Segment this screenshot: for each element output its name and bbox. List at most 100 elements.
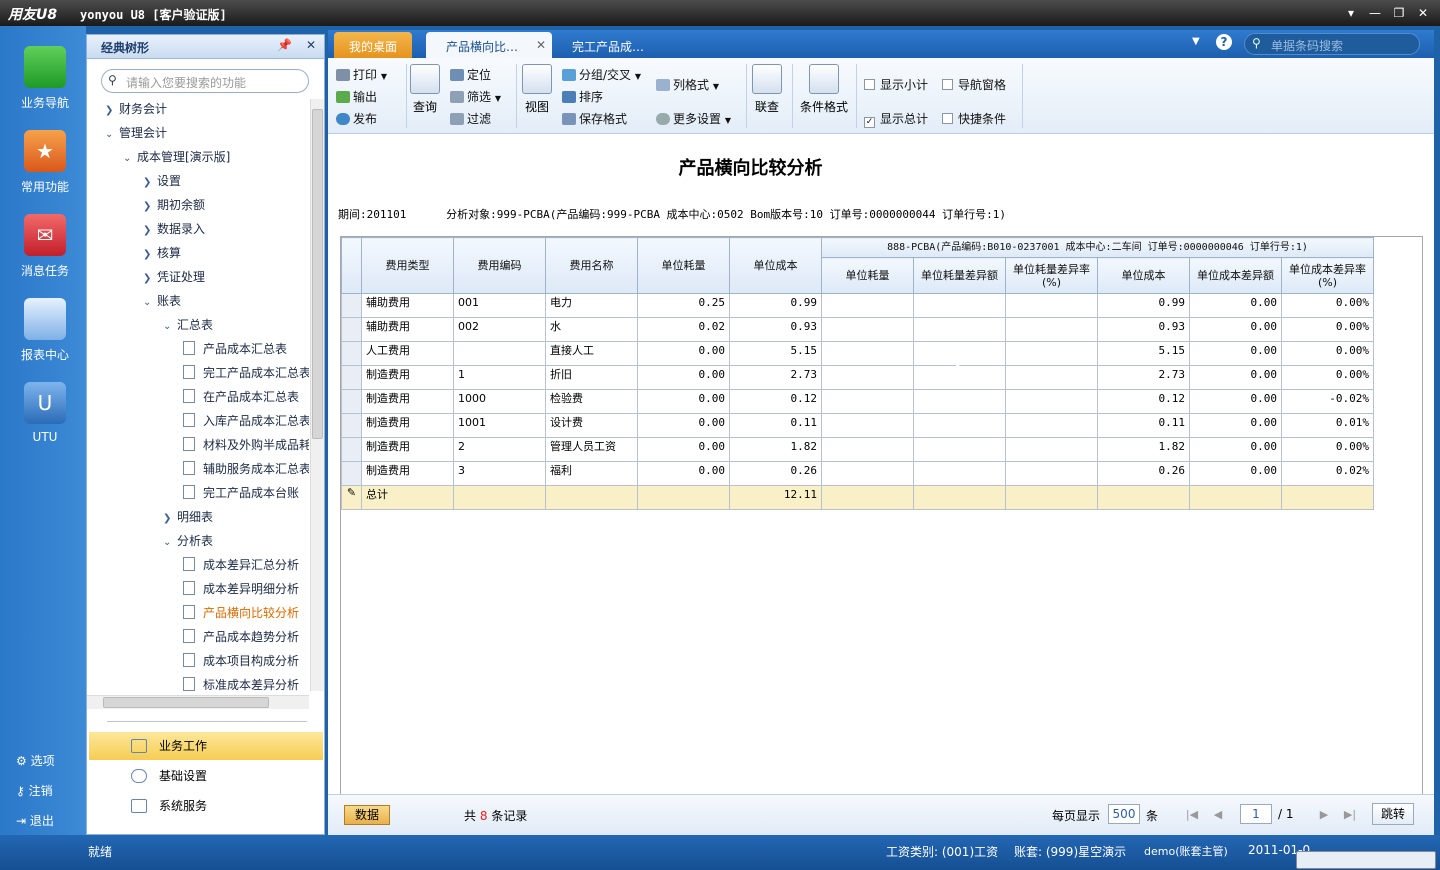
table-cell[interactable]: 设计费 bbox=[545, 413, 638, 438]
show-total-checkbox[interactable]: ✓ 显示总计 bbox=[864, 110, 928, 128]
export-button[interactable]: 输出 bbox=[336, 88, 377, 105]
table-cell[interactable]: 0.00% bbox=[1281, 293, 1374, 318]
print-button[interactable]: 打印 ▼ bbox=[336, 66, 387, 83]
row-header[interactable] bbox=[341, 437, 362, 462]
table-cell[interactable]: 002 bbox=[453, 317, 546, 342]
table-cell[interactable]: 5.15 bbox=[1097, 341, 1190, 366]
tree-node[interactable]: ⌄ 汇总表 bbox=[163, 315, 213, 337]
table-cell[interactable]: 0.00% bbox=[1281, 317, 1374, 342]
table-cell[interactable]: 0.00 bbox=[1189, 413, 1282, 438]
table-cell[interactable]: 折旧 bbox=[545, 365, 638, 390]
scroll-thumb[interactable] bbox=[103, 697, 269, 708]
table-cell[interactable]: 1 bbox=[453, 365, 546, 390]
tree-node[interactable]: ⌄ 分析表 bbox=[163, 531, 213, 553]
table-cell[interactable]: 2 bbox=[453, 437, 546, 462]
table-cell[interactable]: 0.26 bbox=[729, 461, 822, 486]
sub-col-header[interactable]: 单位耗量 bbox=[821, 257, 914, 294]
tree-leaf[interactable]: 产品成本趋势分析 bbox=[183, 627, 299, 649]
sub-col-header[interactable]: 单位成本差异率(%) bbox=[1281, 257, 1374, 294]
table-cell[interactable] bbox=[821, 461, 914, 486]
total-row[interactable]: ✎ 总计 12.11 bbox=[341, 485, 1374, 510]
table-cell[interactable]: 0.11 bbox=[1097, 413, 1190, 438]
total-cell[interactable] bbox=[1189, 485, 1282, 510]
jump-button[interactable]: 跳转 bbox=[1372, 803, 1414, 825]
total-cell[interactable] bbox=[637, 485, 730, 510]
locate-button[interactable]: 定位 bbox=[450, 66, 491, 83]
total-cell[interactable] bbox=[545, 485, 638, 510]
sub-col-header[interactable]: 单位耗量差异额 bbox=[913, 257, 1006, 294]
total-cell[interactable] bbox=[1005, 485, 1098, 510]
total-cell[interactable]: 12.11 bbox=[729, 485, 822, 510]
table-cell[interactable] bbox=[821, 293, 914, 318]
query-button[interactable]: 查询 bbox=[408, 64, 442, 115]
logout-link[interactable]: ⚷ 注销 bbox=[16, 782, 53, 799]
restore-icon[interactable]: ❐ bbox=[1390, 4, 1408, 22]
tree-leaf[interactable]: 成本差异汇总分析 bbox=[183, 555, 299, 577]
publish-button[interactable]: 发布 bbox=[336, 110, 377, 127]
table-cell[interactable]: 管理人员工资 bbox=[545, 437, 638, 462]
close-window-icon[interactable]: ✕ bbox=[1414, 4, 1432, 22]
table-cell[interactable]: 0.00 bbox=[1189, 389, 1282, 414]
table-cell[interactable]: 0.00 bbox=[637, 341, 730, 366]
table-cell[interactable] bbox=[913, 389, 1006, 414]
table-cell[interactable]: 0.02 bbox=[637, 317, 730, 342]
tree-node[interactable]: ⌄ 账表 bbox=[143, 291, 181, 313]
table-cell[interactable]: 0.00% bbox=[1281, 437, 1374, 462]
launcher-report-center[interactable]: 报表中心 bbox=[14, 298, 76, 363]
tab-my-desktop[interactable]: 我的桌面 bbox=[334, 32, 412, 58]
sort-button[interactable]: 排序 bbox=[562, 88, 603, 105]
total-cell[interactable] bbox=[453, 485, 546, 510]
view-button[interactable]: 视图 bbox=[520, 64, 554, 115]
tree-node[interactable]: ⌄ 成本管理[演示版] bbox=[123, 147, 230, 169]
prev-page-icon[interactable]: ◀ bbox=[1208, 804, 1228, 826]
menu-dropdown-icon[interactable]: ▾ bbox=[1342, 4, 1360, 22]
table-row[interactable]: 辅助费用 001 电力 0.25 0.99 0.99 0.00 0.00% bbox=[341, 293, 1374, 318]
table-row[interactable]: 制造费用 2 管理人员工资 0.00 1.82 1.82 0.00 0.00% bbox=[341, 437, 1374, 462]
table-cell[interactable]: 0.00 bbox=[637, 461, 730, 486]
tree-node[interactable]: ⌄ 管理会计 bbox=[105, 123, 167, 145]
nav-group-basic-settings[interactable]: 基础设置 bbox=[89, 762, 323, 790]
exit-link[interactable]: ⇥ 退出 bbox=[16, 812, 54, 829]
sub-col-header[interactable]: 单位成本差异额 bbox=[1189, 257, 1282, 294]
table-cell[interactable]: 0.12 bbox=[1097, 389, 1190, 414]
table-cell[interactable]: 0.11 bbox=[729, 413, 822, 438]
table-row[interactable]: 人工费用 直接人工 0.00 5.15 5.15 0.00 0.00% bbox=[341, 341, 1374, 366]
ime-toolbar[interactable] bbox=[1296, 851, 1436, 869]
table-cell[interactable]: 制造费用 bbox=[361, 413, 454, 438]
row-header[interactable] bbox=[341, 461, 362, 486]
table-cell[interactable]: 0.00 bbox=[1189, 317, 1282, 342]
table-cell[interactable]: 0.12 bbox=[729, 389, 822, 414]
nav-search-input[interactable]: ⚲ 请输入您要搜索的功能 bbox=[101, 69, 309, 93]
col-header[interactable]: 单位成本 bbox=[729, 237, 822, 294]
row-header[interactable] bbox=[341, 293, 362, 318]
col-header[interactable]: 单位耗量 bbox=[637, 237, 730, 294]
table-cell[interactable] bbox=[1005, 461, 1098, 486]
total-cell[interactable] bbox=[1281, 485, 1374, 510]
table-cell[interactable] bbox=[821, 365, 914, 390]
table-cell[interactable]: 福利 bbox=[545, 461, 638, 486]
table-cell[interactable]: 1.82 bbox=[729, 437, 822, 462]
close-tab-icon[interactable]: ✕ bbox=[536, 38, 546, 52]
table-cell[interactable] bbox=[1005, 317, 1098, 342]
table-cell[interactable]: 辅助费用 bbox=[361, 317, 454, 342]
tree-node[interactable]: ❯ 核算 bbox=[143, 243, 181, 265]
show-subtotal-checkbox[interactable]: 显示小计 bbox=[864, 76, 928, 93]
barcode-search-input[interactable]: ⚲ 单据条码搜索 bbox=[1244, 33, 1420, 55]
tree-leaf[interactable]: 入库产品成本汇总表 bbox=[183, 411, 309, 433]
table-cell[interactable]: 0.00 bbox=[637, 437, 730, 462]
tab-list-dropdown-icon[interactable]: ▼ bbox=[1192, 36, 1200, 47]
table-cell[interactable]: 0.00 bbox=[1189, 461, 1282, 486]
table-cell[interactable] bbox=[913, 437, 1006, 462]
table-cell[interactable] bbox=[913, 413, 1006, 438]
row-header[interactable] bbox=[341, 413, 362, 438]
table-cell[interactable] bbox=[1005, 389, 1098, 414]
filter-button[interactable]: 过滤 bbox=[450, 110, 491, 127]
table-cell[interactable] bbox=[453, 341, 546, 366]
page-input[interactable]: 1 bbox=[1240, 804, 1272, 824]
options-link[interactable]: ⚙ 选项 bbox=[16, 752, 55, 769]
tree-node[interactable]: ❯ 明细表 bbox=[163, 507, 213, 529]
table-cell[interactable]: 人工费用 bbox=[361, 341, 454, 366]
table-cell[interactable]: 5.15 bbox=[729, 341, 822, 366]
table-cell[interactable]: 0.93 bbox=[1097, 317, 1190, 342]
table-cell[interactable]: 水 bbox=[545, 317, 638, 342]
